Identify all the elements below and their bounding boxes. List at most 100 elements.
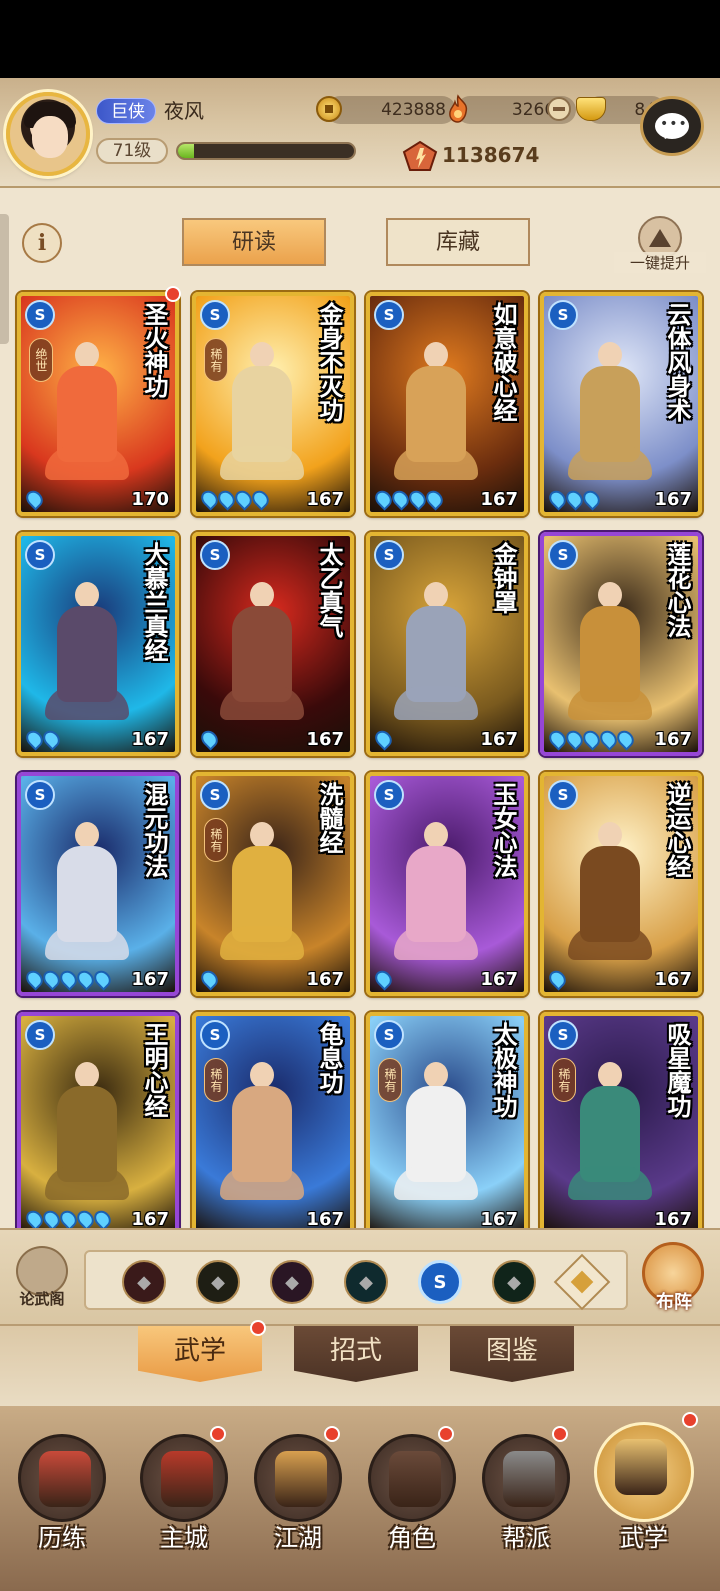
skill-card[interactable]: S 稀有 龟息功 167 [192, 1012, 354, 1236]
card-character [220, 582, 304, 732]
card-character [394, 822, 478, 972]
chat-button[interactable] [640, 96, 704, 156]
subtab-moves[interactable]: 招式 [294, 1326, 418, 1382]
skill-card[interactable]: S 金钟罩 167 [366, 532, 528, 756]
skill-level: 167 [131, 729, 169, 750]
avatar-face [32, 116, 68, 158]
skill-level: 167 [306, 489, 344, 510]
rarity-tag: 稀有 [204, 818, 228, 862]
combat-power-value: 1138674 [442, 143, 540, 167]
skill-type-icon: S [200, 780, 230, 810]
star-rating [22, 967, 115, 991]
player-avatar[interactable] [6, 92, 90, 176]
star-rating [545, 967, 570, 991]
card-character [45, 1062, 129, 1212]
skill-type-icon: S [200, 1020, 230, 1050]
nav-item[interactable]: 主城 [126, 1420, 242, 1580]
skill-type-icon: S [548, 1020, 578, 1050]
card-character [568, 1062, 652, 1212]
nav-item[interactable]: 武学 [586, 1412, 702, 1580]
skill-card[interactable]: S 王明心经 167 [17, 1012, 179, 1236]
skill-card[interactable]: S 稀有 太极神功 167 [366, 1012, 528, 1236]
nav-label: 武学 [620, 1524, 668, 1552]
nav-badge [324, 1426, 340, 1442]
filter-icon[interactable]: ◆ [196, 1260, 240, 1304]
skill-card[interactable]: S 如意破心经 167 [366, 292, 528, 516]
arena-button[interactable]: 论武阁 [10, 1246, 74, 1314]
rarity-tag: 绝世 [29, 338, 53, 382]
card-character [568, 582, 652, 732]
nav-label: 角色 [388, 1524, 436, 1552]
filter-icon[interactable]: ◆ [344, 1260, 388, 1304]
coins-display[interactable]: 423888 [326, 96, 456, 124]
nav-item[interactable]: 江湖 [240, 1420, 356, 1580]
skill-card[interactable]: S 太乙真气 167 [192, 532, 354, 756]
card-character [220, 822, 304, 972]
skill-name: 金身不灭功 [315, 302, 344, 422]
nav-item[interactable]: 历练 [4, 1420, 120, 1580]
skill-level: 167 [306, 1209, 344, 1230]
add-flames-icon[interactable] [546, 96, 572, 122]
skill-card[interactable]: S 大慕兰真经 167 [17, 532, 179, 756]
filter-icon[interactable]: S [418, 1260, 462, 1304]
star-drop-icon [371, 727, 396, 751]
city-icon [140, 1434, 228, 1522]
skill-name: 大慕兰真经 [140, 542, 169, 662]
skill-name: 玉女心法 [489, 782, 518, 878]
top-header [0, 78, 720, 188]
skill-level: 167 [131, 1209, 169, 1230]
nav-item[interactable]: 帮派 [468, 1420, 584, 1580]
one-click-upgrade-button[interactable]: 一键提升 [614, 216, 706, 276]
skill-card[interactable]: S 玉女心法 167 [366, 772, 528, 996]
skill-card[interactable]: S 云体风身术 167 [540, 292, 702, 516]
star-rating [545, 727, 638, 751]
star-drop-icon [579, 487, 604, 511]
skill-type-icon: S [200, 300, 230, 330]
filter-icon[interactable]: ◆ [270, 1260, 314, 1304]
skill-card[interactable]: S 稀有 洗髓经 167 [192, 772, 354, 996]
training-icon [18, 1434, 106, 1522]
tab-storage[interactable]: 库藏 [386, 218, 530, 266]
skill-type-icon: S [200, 540, 230, 570]
skill-card[interactable]: S 莲花心法 167 [540, 532, 702, 756]
nav-label: 江湖 [274, 1524, 322, 1552]
skill-card[interactable]: S 稀有 吸星魔功 167 [540, 1012, 702, 1236]
scroll-indicator[interactable] [0, 214, 9, 344]
nav-label: 帮派 [502, 1524, 550, 1552]
star-rating [197, 727, 222, 751]
skill-type-icon: S [374, 540, 404, 570]
star-rating [22, 1207, 115, 1231]
subtab-martial[interactable]: 武学 [138, 1326, 262, 1382]
nav-badge [552, 1426, 568, 1442]
skill-name: 混元功法 [140, 782, 169, 878]
combat-power-icon [402, 140, 438, 171]
nav-item[interactable]: 角色 [354, 1420, 470, 1580]
star-rating [545, 487, 604, 511]
info-button[interactable]: i [22, 223, 62, 263]
card-character [568, 822, 652, 972]
tab-study[interactable]: 研读 [182, 218, 326, 266]
deploy-button[interactable]: 布阵 [634, 1242, 714, 1318]
guild-icon [482, 1434, 570, 1522]
skill-card[interactable]: S 逆运心经 167 [540, 772, 702, 996]
skill-type-icon: S [25, 540, 55, 570]
subtab-atlas[interactable]: 图鉴 [450, 1326, 574, 1382]
skill-level: 167 [654, 489, 692, 510]
skill-card[interactable]: S 绝世 圣火神功 170 [17, 292, 179, 516]
skill-type-icon: S [374, 1020, 404, 1050]
star-drop-icon [371, 967, 396, 991]
skill-card[interactable]: S 稀有 金身不灭功 167 [192, 292, 354, 516]
card-new-badge [165, 286, 181, 302]
skill-name: 逆运心经 [663, 782, 692, 878]
subtab-martial-badge [250, 1320, 266, 1336]
star-drop-icon [545, 967, 570, 991]
filter-icon[interactable]: ◆ [122, 1260, 166, 1304]
rarity-tag: 稀有 [552, 1058, 576, 1102]
skill-name: 如意破心经 [489, 302, 518, 422]
exp-bar [176, 142, 356, 160]
filter-icon[interactable]: ◆ [492, 1260, 536, 1304]
exp-bar-fill [178, 144, 194, 158]
skill-card[interactable]: S 混元功法 167 [17, 772, 179, 996]
star-drop-icon [613, 727, 638, 751]
skill-level: 167 [480, 729, 518, 750]
